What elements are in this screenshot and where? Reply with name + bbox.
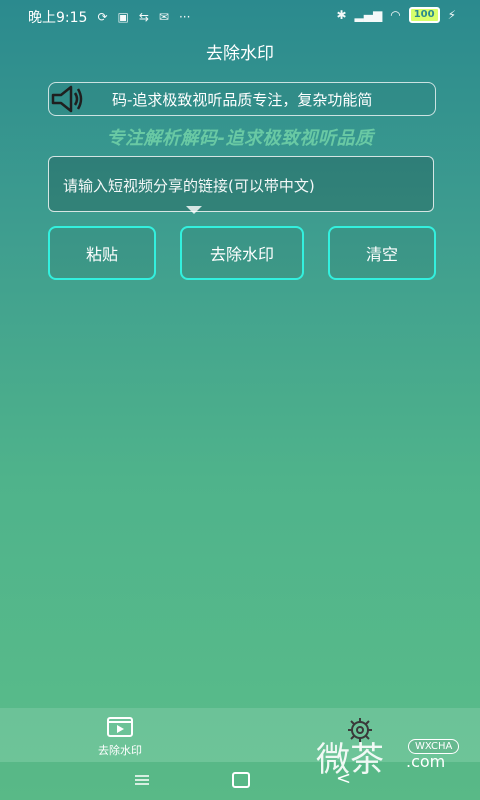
- marquee-banner: 码-追求极致视听品质专注，复杂功能简: [48, 82, 436, 116]
- title-bar: 去除水印: [0, 32, 480, 70]
- clock: 晚上9:15: [28, 10, 88, 26]
- usb-icon: ⇆: [138, 10, 149, 24]
- more-dots-icon: ···: [178, 10, 191, 24]
- wifi-icon: ◠: [390, 8, 401, 22]
- clear-button-label: 清空: [365, 245, 398, 264]
- page-title: 去除水印: [206, 43, 274, 64]
- remove-watermark-button[interactable]: 去除水印: [180, 226, 304, 280]
- battery-icon: 100: [408, 7, 440, 23]
- paste-button-label: 粘贴: [85, 245, 118, 264]
- watermark-badge: WXCHA: [408, 739, 460, 754]
- paste-button[interactable]: 粘贴: [48, 226, 156, 280]
- speaker-icon[interactable]: [49, 82, 89, 116]
- signal-icon: ▂▄▆: [354, 8, 383, 22]
- nav-item-label: 去除水印: [98, 744, 142, 757]
- slogan: 专注解析解码-追求极致视听品质: [106, 128, 374, 149]
- remove-watermark-button-label: 去除水印: [209, 245, 274, 264]
- input-pointer: [186, 206, 202, 214]
- nav-item-remove-watermark[interactable]: 去除水印: [84, 716, 156, 758]
- home-icon[interactable]: [232, 772, 250, 788]
- link-input[interactable]: 请输入短视频分享的链接(可以带中文): [48, 156, 434, 212]
- clear-button[interactable]: 清空: [328, 226, 436, 280]
- menu-icon[interactable]: [134, 774, 150, 786]
- link-input-placeholder: 请输入短视频分享的链接(可以带中文): [63, 177, 315, 195]
- mail-icon: ✉: [158, 10, 169, 24]
- bluetooth-icon: ✱: [336, 8, 347, 22]
- message-icon: ▣: [117, 10, 129, 24]
- marquee-text: 码-追求极致视听品质专注，复杂功能简: [112, 91, 373, 109]
- video-icon: [107, 717, 133, 737]
- status-left: 晚上9:15 ⟳ ▣ ⇆ ✉ ···: [28, 7, 190, 27]
- status-bar: 晚上9:15 ⟳ ▣ ⇆ ✉ ··· ✱ ▂▄▆ ◠ 100 ⚡: [0, 0, 480, 32]
- status-right: ✱ ▂▄▆ ◠ 100 ⚡: [336, 7, 456, 23]
- watermark-text: 微茶: [316, 740, 384, 780]
- no-sync-icon: ⟳: [97, 10, 108, 24]
- watermark-domain: .com: [406, 752, 446, 771]
- charging-icon: ⚡: [447, 8, 456, 22]
